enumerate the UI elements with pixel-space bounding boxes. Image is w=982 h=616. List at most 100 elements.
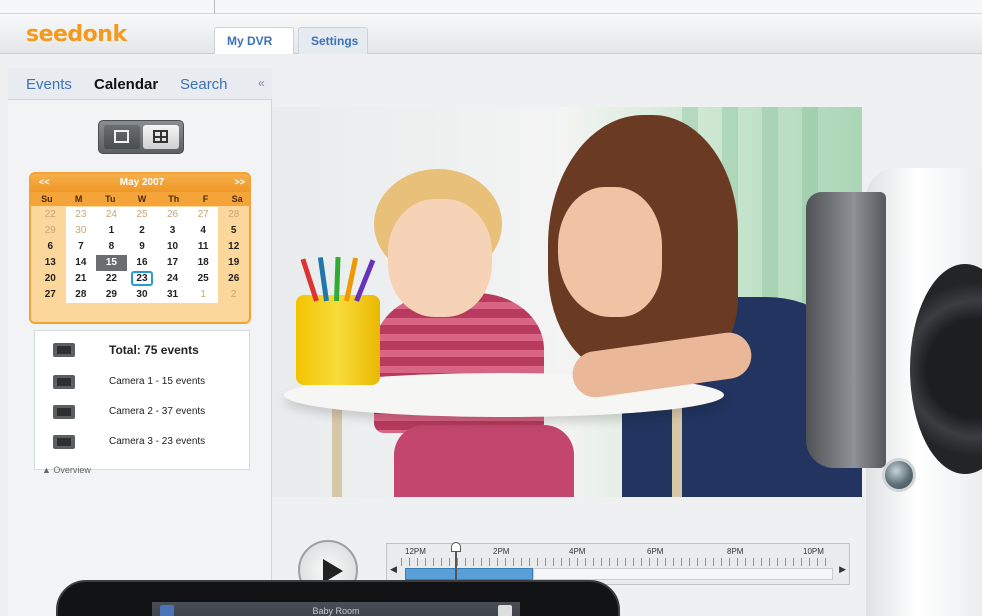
overview-toggle[interactable]: ▲ Overview (42, 465, 91, 475)
weekday-label: Tu (105, 194, 116, 204)
menu-icon (498, 605, 512, 616)
weekday-label: Sa (231, 194, 243, 204)
timeline-track[interactable] (533, 568, 833, 580)
calendar-day[interactable]: 31 (157, 287, 188, 303)
subnav-search[interactable]: Search (180, 76, 228, 93)
view-toggle (98, 120, 184, 154)
events-total-label: Total: 75 events (109, 343, 199, 357)
timeline-label: 8PM (727, 547, 744, 556)
phone-device-image: Baby Room (56, 580, 620, 616)
calendar-day[interactable]: 20 (35, 271, 66, 287)
camera-events-label: Camera 3 - 23 events (109, 436, 206, 447)
calendar-day[interactable]: 28 (65, 287, 97, 303)
camera-visor (806, 192, 886, 468)
tab-settings[interactable]: Settings (298, 27, 368, 54)
left-panel: Events Calendar Search « << May 2007 >> … (8, 68, 272, 616)
calendar-day[interactable]: 18 (187, 255, 219, 271)
calendar-day[interactable]: 8 (96, 239, 127, 255)
scrubber-line (455, 551, 457, 581)
weekday-label: F (202, 194, 209, 204)
calendar-day[interactable]: 5 (218, 223, 249, 239)
timeline[interactable]: ◀ 12PM 2PM 4PM 6PM 8PM 10PM ▶ (386, 542, 850, 585)
calendar-day[interactable]: 14 (65, 255, 97, 271)
events-panel: Total: 75 events Camera 1 - 15 events Ca… (34, 330, 250, 470)
calendar-day[interactable]: 15 (96, 255, 127, 271)
table-leg (672, 405, 682, 497)
calendar-day[interactable]: 23 (126, 271, 158, 287)
calendar-day[interactable]: 2 (126, 223, 158, 239)
subnav-events[interactable]: Events (26, 76, 72, 93)
camera-led (882, 458, 916, 492)
calendar-day[interactable]: 16 (126, 255, 158, 271)
video-player-frame[interactable] (272, 107, 862, 497)
calendar-day[interactable]: 30 (65, 223, 97, 239)
events-total-row[interactable]: Total: 75 events (35, 335, 251, 365)
calendar-day[interactable]: 7 (65, 239, 97, 255)
calendar-weekdays: Su M Tu W Th F Sa (31, 192, 249, 206)
single-view-button[interactable] (104, 125, 140, 149)
camera-icon (53, 375, 75, 389)
calendar-day[interactable]: 3 (157, 223, 188, 239)
top-divider (214, 0, 215, 14)
subnav: Events Calendar Search « (8, 68, 272, 100)
timeline-recorded-segment[interactable] (405, 568, 533, 580)
calendar-day[interactable]: 17 (157, 255, 188, 271)
crayon-cup (296, 256, 380, 385)
double-chevron-left-icon[interactable]: « (258, 76, 265, 90)
calendar-day[interactable]: 24 (157, 271, 188, 287)
camera-icon (53, 435, 75, 449)
app-header: seedonk My DVR Settings (0, 14, 982, 54)
weekday-label: Su (41, 194, 53, 204)
video-person-adult-face (558, 187, 662, 317)
phone-screen-title: Baby Room (312, 606, 360, 616)
calendar-day[interactable]: 29 (96, 287, 127, 303)
calendar-month-title: May 2007 (119, 177, 165, 188)
calendar-day[interactable]: 25 (126, 207, 158, 223)
calendar-day[interactable]: 30 (126, 287, 158, 303)
calendar-day[interactable]: 27 (187, 207, 219, 223)
phone-screen: Baby Room (152, 602, 520, 616)
camera-events-row[interactable]: Camera 1 - 15 events (35, 367, 251, 397)
calendar-day[interactable]: 25 (187, 271, 219, 287)
calendar-day[interactable]: 29 (35, 223, 66, 239)
calendar-day[interactable]: 2 (218, 287, 249, 303)
calendar-day[interactable]: 23 (65, 207, 97, 223)
tab-my-dvr[interactable]: My DVR (214, 27, 294, 54)
calendar-day[interactable]: 11 (187, 239, 219, 255)
calendar-day[interactable]: 22 (96, 271, 127, 287)
calendar-day[interactable]: 22 (35, 207, 66, 223)
calendar-day[interactable]: 9 (126, 239, 158, 255)
top-strip (0, 0, 982, 14)
timeline-left-arrow-icon[interactable]: ◀ (390, 564, 397, 575)
calendar-day[interactable]: 6 (35, 239, 66, 255)
video-person-child-face (388, 199, 492, 317)
camera-events-label: Camera 1 - 15 events (109, 376, 206, 387)
camera-events-row[interactable]: Camera 3 - 23 events (35, 427, 251, 457)
calendar-day[interactable]: 21 (65, 271, 97, 287)
calendar-day[interactable]: 13 (35, 255, 66, 271)
calendar-day[interactable]: 28 (218, 207, 249, 223)
seedonk-logo[interactable]: seedonk (26, 22, 127, 47)
calendar-day[interactable]: 10 (157, 239, 188, 255)
subnav-calendar[interactable]: Calendar (94, 76, 158, 93)
calendar-day[interactable]: 1 (187, 287, 219, 303)
calendar-day[interactable]: 26 (157, 207, 188, 223)
calendar-day[interactable]: 12 (218, 239, 249, 255)
calendar-next-month[interactable]: >> (234, 177, 245, 187)
calendar-day[interactable]: 1 (96, 223, 127, 239)
weekday-label: M (74, 194, 83, 204)
grid-view-icon (153, 130, 168, 143)
camera-device-image (806, 168, 982, 616)
calendar-day[interactable]: 26 (218, 271, 249, 287)
calendar-day[interactable]: 19 (218, 255, 249, 271)
camera-events-row[interactable]: Camera 2 - 37 events (35, 397, 251, 427)
calendar-day[interactable]: 4 (187, 223, 219, 239)
camera-events-label: Camera 2 - 37 events (109, 406, 206, 417)
calendar: << May 2007 >> Su M Tu W Th F Sa 22 23 24 2… (29, 172, 251, 324)
calendar-day[interactable]: 24 (96, 207, 127, 223)
timeline-scrubber[interactable] (451, 542, 461, 582)
camera-icon (53, 343, 75, 357)
calendar-day[interactable]: 27 (35, 287, 66, 303)
grid-view-button[interactable] (143, 125, 179, 149)
timeline-label: 12PM (405, 547, 426, 556)
